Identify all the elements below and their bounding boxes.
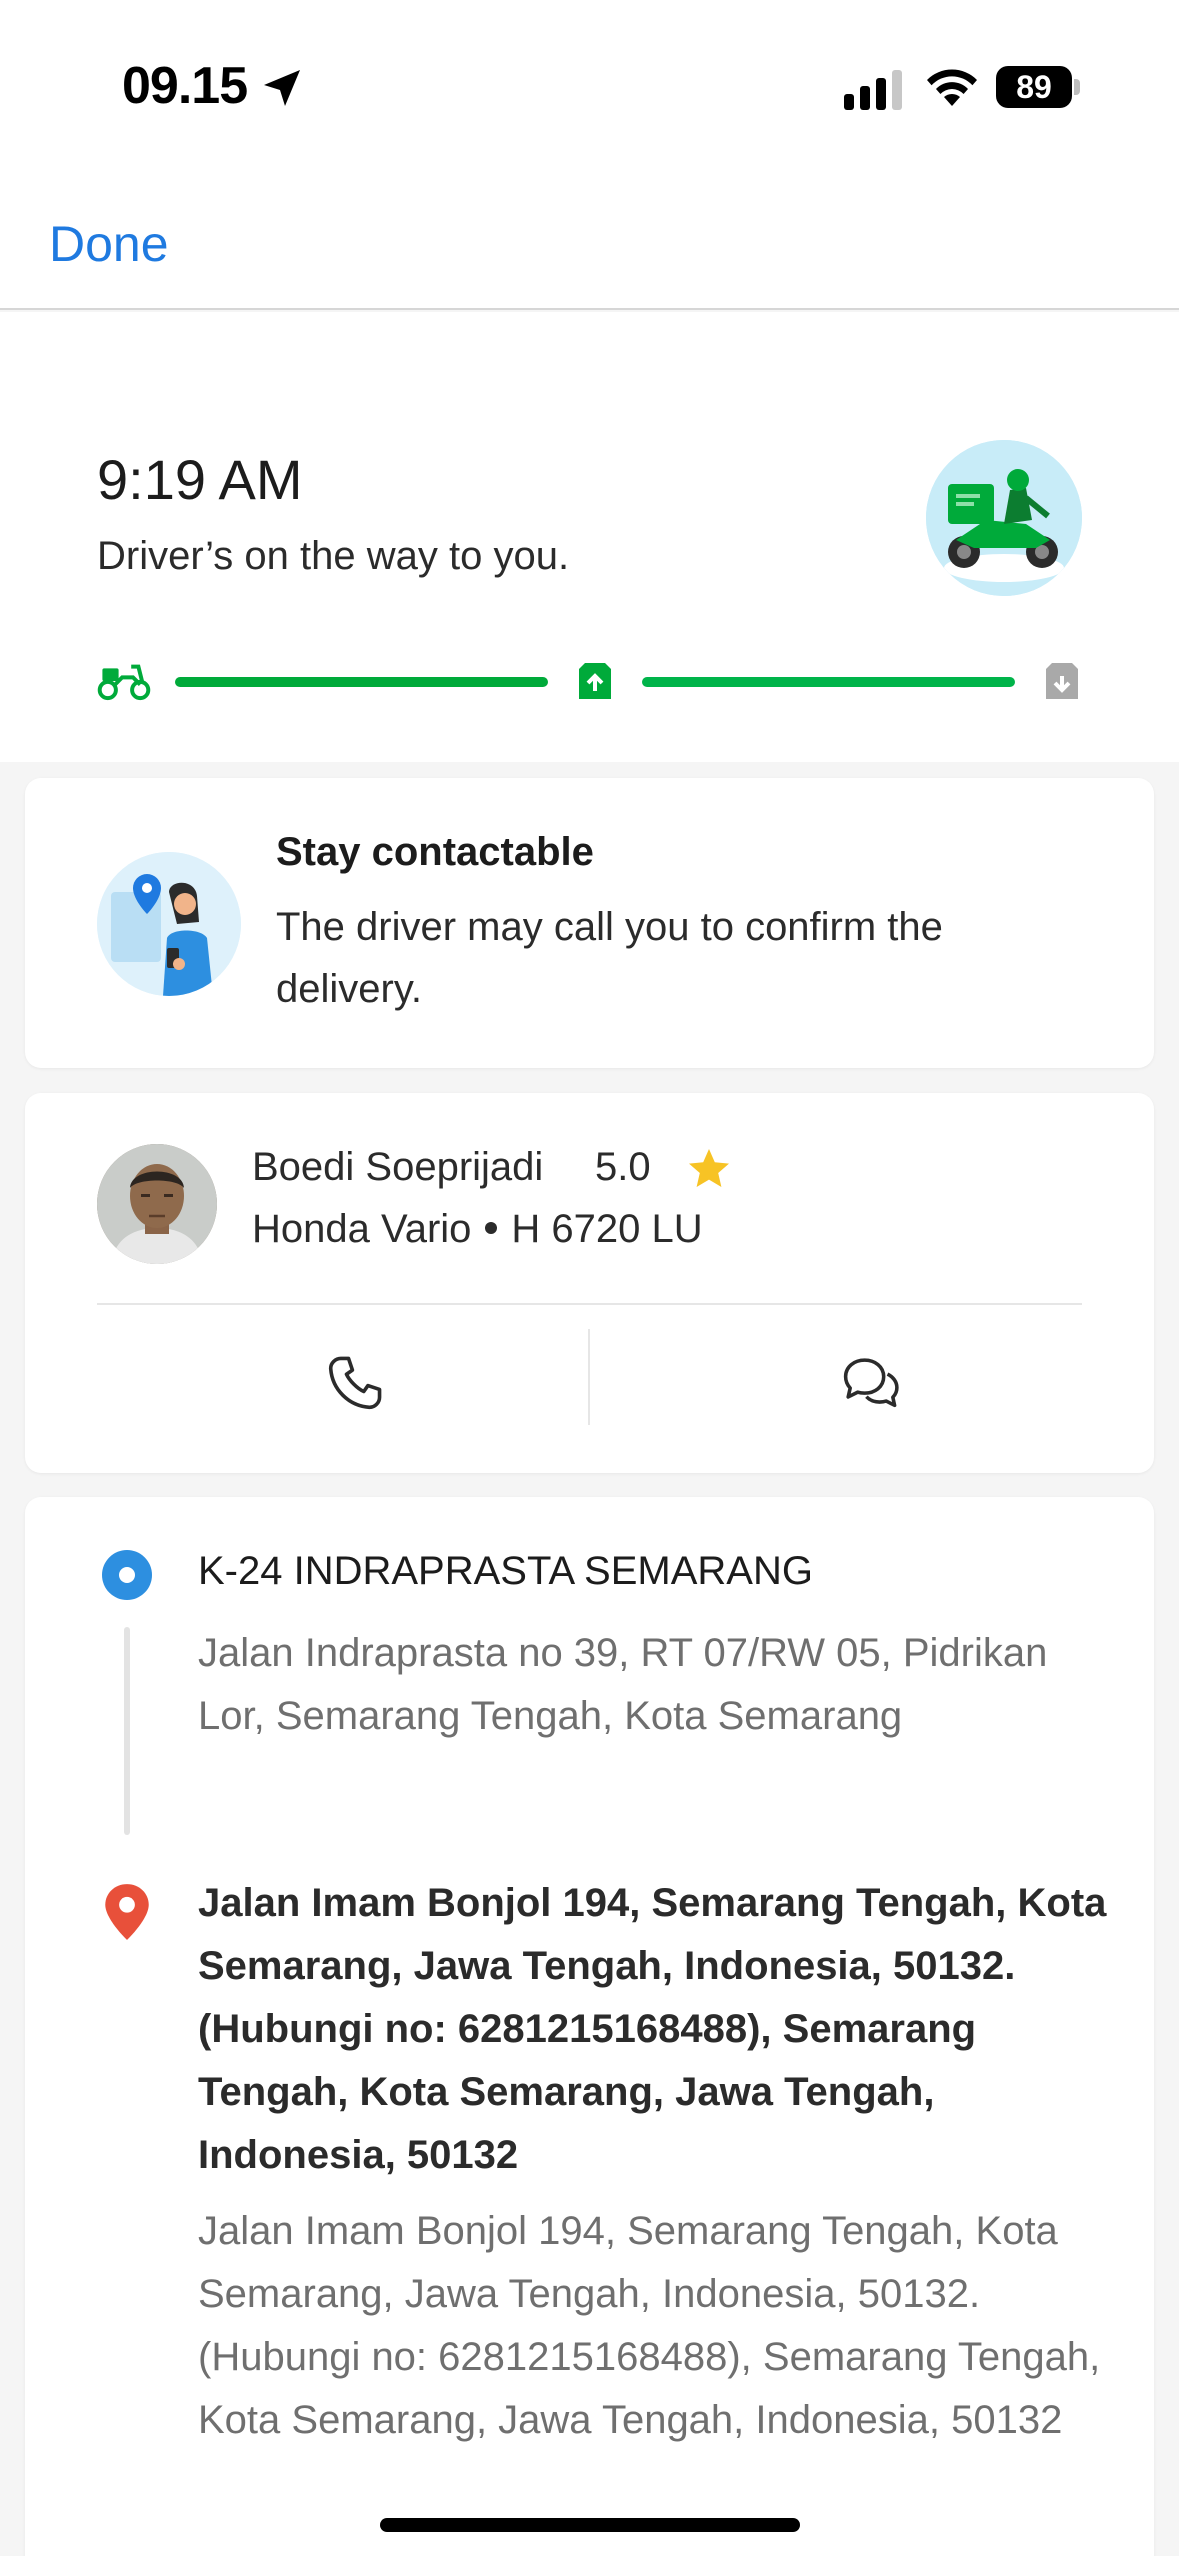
phone-icon <box>328 1356 382 1410</box>
vehicle-model: Honda Vario <box>252 1207 472 1251</box>
driver-card: Boedi Soeprijadi 5.0 Honda Vario H 6720 L… <box>25 1093 1154 1473</box>
driver-avatar <box>97 1144 217 1264</box>
scooter-step-icon <box>97 664 151 701</box>
stay-contactable-card: Stay contactable The driver may call you… <box>25 778 1154 1068</box>
home-indicator[interactable] <box>380 2518 800 2532</box>
delivered-box-step-icon <box>1046 663 1078 699</box>
wifi-icon <box>927 69 977 106</box>
divider <box>97 1303 1082 1305</box>
dropoff-address: Jalan Imam Bonjol 194, Semarang Tengah, … <box>198 2209 1101 2442</box>
route-card: K-24 INDRAPRASTA SEMARANG Jalan Indrapra… <box>25 1497 1154 2556</box>
chat-driver-button[interactable] <box>811 1343 931 1423</box>
chat-icon <box>843 1358 899 1408</box>
nav-bar: Done <box>0 175 1179 310</box>
contact-description: The driver may call you to confirm the d… <box>276 905 943 1011</box>
vehicle-plate: H 6720 LU <box>511 1207 703 1251</box>
progress-segment-2 <box>642 677 1015 687</box>
cellular-signal-icon <box>844 70 902 110</box>
page: 09.15 89 Done 9:19 AM Driver’s on the wa… <box>0 0 1179 2556</box>
dropoff-name: Jalan Imam Bonjol 194, Semarang Tengah, … <box>198 1881 1107 2177</box>
order-status-section: 9:19 AM Driver’s on the way to you. <box>0 312 1179 762</box>
eta-time: 9:19 AM <box>97 448 303 511</box>
delivery-progress <box>97 657 1082 707</box>
driver-name: Boedi Soeprijadi <box>252 1145 544 1189</box>
pickup-box-step-icon <box>579 663 611 699</box>
pickup-name: K-24 INDRAPRASTA SEMARANG <box>198 1549 813 1593</box>
pickup-dot-icon <box>102 1550 152 1600</box>
separator-dot <box>485 1222 498 1235</box>
route-line <box>124 1627 130 1835</box>
battery-icon: 89 <box>996 66 1080 108</box>
pickup-address: Jalan Indraprasta no 39, RT 07/RW 05, Pi… <box>198 1631 1048 1738</box>
battery-level: 89 <box>996 66 1072 108</box>
divider-vertical <box>588 1329 590 1425</box>
driver-rating: 5.0 <box>595 1145 651 1189</box>
vehicle-info: Honda Vario H 6720 LU <box>252 1207 703 1252</box>
status-time: 09.15 <box>122 57 248 115</box>
driver-scooter-illustration <box>926 440 1082 596</box>
status-bar: 09.15 89 <box>0 0 1179 175</box>
dropoff-pin-icon <box>105 1884 149 1940</box>
call-driver-button[interactable] <box>295 1343 415 1423</box>
done-button[interactable]: Done <box>49 215 169 273</box>
contact-illustration <box>97 852 241 996</box>
star-icon <box>689 1149 729 1187</box>
location-arrow-icon <box>264 70 300 106</box>
progress-segment-1 <box>175 677 548 687</box>
status-message: Driver’s on the way to you. <box>97 534 570 578</box>
contact-title: Stay contactable <box>276 830 594 874</box>
